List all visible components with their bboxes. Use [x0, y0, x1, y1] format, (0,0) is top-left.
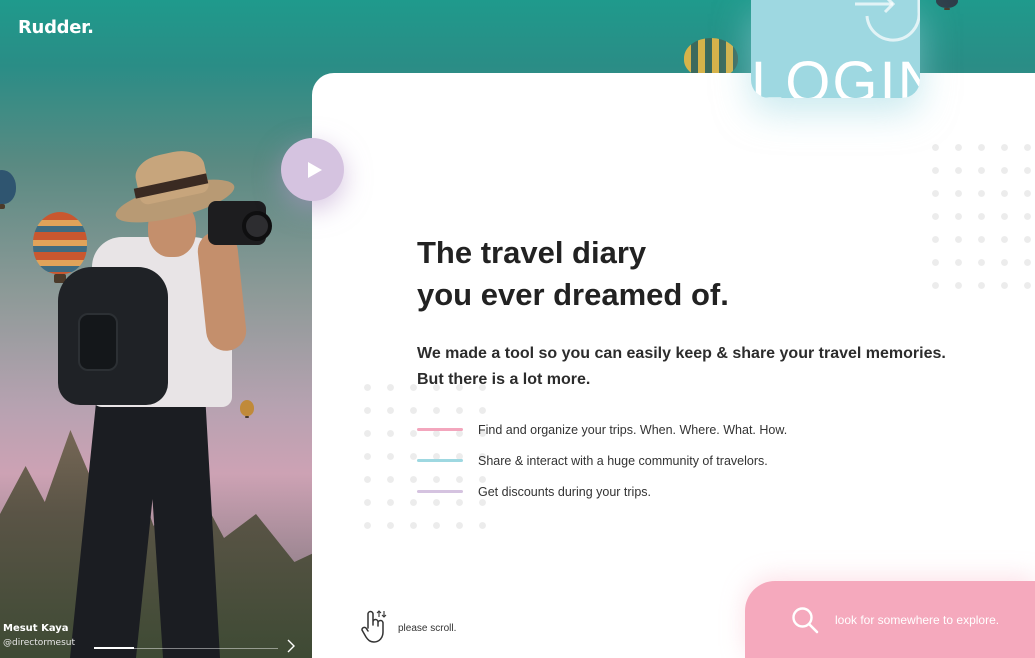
photo-credit: Mesut Kaya @directormesut: [3, 623, 75, 648]
feature-text: Find and organize your trips. When. Wher…: [478, 422, 788, 437]
play-icon: [307, 161, 322, 178]
scroll-hint: please scroll.: [360, 608, 456, 644]
brand-logo[interactable]: Rudder.: [18, 17, 94, 38]
login-label: LOGIN: [751, 50, 920, 99]
hot-air-balloon: [0, 170, 16, 209]
headline-line-2: you ever dreamed of.: [417, 277, 729, 312]
chevron-right-icon: [287, 639, 295, 653]
search-explore-button[interactable]: look for somewhere to explore.: [745, 581, 1035, 658]
play-video-button[interactable]: [281, 138, 344, 201]
slide-progress: [94, 647, 278, 649]
search-icon: [792, 606, 819, 633]
feature-item: Find and organize your trips. When. Wher…: [417, 414, 937, 445]
feature-item: Share & interact with a huge community o…: [417, 445, 937, 476]
photographer-figure: [30, 145, 280, 658]
headline-line-1: The travel diary: [417, 235, 647, 270]
lead-line-2: But there is a lot more.: [417, 371, 591, 388]
feature-bar-blue: [417, 459, 463, 462]
feature-text: Get discounts during your trips.: [478, 484, 651, 499]
dot-pattern: [924, 136, 1035, 296]
feature-bar-lilac: [417, 490, 463, 493]
photo-credit-handle[interactable]: @directormesut: [3, 638, 75, 648]
lead-paragraph: We made a tool so you can easily keep & …: [417, 341, 977, 393]
lead-line-1: We made a tool so you can easily keep & …: [417, 345, 946, 362]
hand-scroll-icon: [361, 610, 387, 643]
login-arrow-icon: [855, 0, 920, 42]
slide-progress-fill: [94, 647, 135, 649]
feature-list: Find and organize your trips. When. Wher…: [417, 414, 937, 507]
feature-item: Get discounts during your trips.: [417, 476, 937, 507]
photo-credit-name: Mesut Kaya: [3, 623, 69, 634]
login-button[interactable]: LOGIN: [751, 0, 920, 98]
feature-bar-pink: [417, 428, 463, 431]
page-headline: The travel diary you ever dreamed of.: [417, 232, 937, 316]
hot-air-balloon: [936, 0, 958, 10]
feature-text: Share & interact with a huge community o…: [478, 453, 768, 468]
search-explore-label: look for somewhere to explore.: [835, 612, 1000, 627]
next-slide-button[interactable]: [286, 639, 296, 656]
hot-air-balloon: [684, 38, 738, 84]
scroll-hint-label: please scroll.: [398, 622, 457, 634]
